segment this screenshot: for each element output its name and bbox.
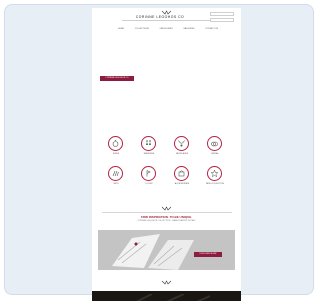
nav-item-collections[interactable]: COLLECTIONS bbox=[135, 28, 149, 30]
nav-item-home[interactable]: HOME bbox=[118, 28, 124, 30]
language-select[interactable] bbox=[210, 18, 234, 22]
category-looks[interactable]: LOOKS bbox=[140, 166, 158, 190]
nav-item-contact[interactable]: CONTACT US bbox=[205, 28, 218, 30]
category-sets[interactable]: SETS bbox=[107, 166, 125, 190]
discover-more-button[interactable]: DISCOVER MORE bbox=[194, 252, 222, 257]
new-collection-icon bbox=[210, 169, 219, 178]
main-nav: HOME COLLECTIONS CATEGORIES GALLERIES CO… bbox=[118, 27, 218, 31]
promo-subtext: CORINNE LEGOHOS COLLECTION · HANDCRAFTED… bbox=[137, 220, 196, 222]
category-earrings[interactable]: EARRINGS bbox=[140, 136, 158, 160]
category-label: ACCESSORIES bbox=[174, 183, 190, 185]
category-label: NEW COLLECTION bbox=[205, 183, 224, 185]
accessories-icon bbox=[178, 170, 185, 177]
category-new-collection[interactable]: NEW COLLECTION bbox=[206, 166, 224, 190]
category-label: BRIDAL bbox=[211, 153, 219, 155]
header-divider bbox=[122, 20, 210, 21]
category-label: SETS bbox=[113, 183, 119, 185]
category-accessories[interactable]: ACCESSORIES bbox=[173, 166, 191, 190]
looks-icon bbox=[146, 170, 151, 177]
earrings-icon bbox=[146, 140, 151, 145]
promo-heading: FIND INSPIRATION. TO BE UNIQUE. bbox=[140, 215, 193, 219]
category-label: RINGS bbox=[112, 153, 120, 155]
section-logo-icon bbox=[161, 206, 172, 211]
ring-icon bbox=[112, 140, 119, 147]
category-label: EARRINGS bbox=[143, 153, 155, 155]
footer-logo-icon bbox=[161, 280, 172, 285]
search-input[interactable] bbox=[210, 12, 234, 16]
hero-cta-button[interactable]: CORINNE LEGOHOS CO bbox=[100, 76, 134, 81]
product-photo-icon bbox=[98, 230, 235, 270]
necklace-icon bbox=[178, 140, 185, 147]
sets-icon bbox=[112, 170, 119, 177]
category-label: LOOKS bbox=[145, 183, 153, 185]
brand-name[interactable]: CORINNE LEGOHOS CO bbox=[130, 15, 190, 19]
category-necklaces[interactable]: NECKLACES bbox=[173, 136, 191, 160]
nav-item-galleries[interactable]: GALLERIES bbox=[183, 28, 194, 30]
section-divider bbox=[102, 212, 232, 213]
promo-banner-image bbox=[98, 230, 235, 270]
category-bridal[interactable]: BRIDAL bbox=[206, 136, 224, 160]
nav-item-categories[interactable]: CATEGORIES bbox=[160, 28, 173, 30]
category-rings[interactable]: RINGS bbox=[107, 136, 125, 160]
page-screenshot: CORINNE LEGOHOS CO HOME COLLECTIONS CATE… bbox=[92, 8, 241, 301]
category-label: NECKLACES bbox=[175, 153, 189, 155]
bridal-icon bbox=[211, 141, 218, 147]
